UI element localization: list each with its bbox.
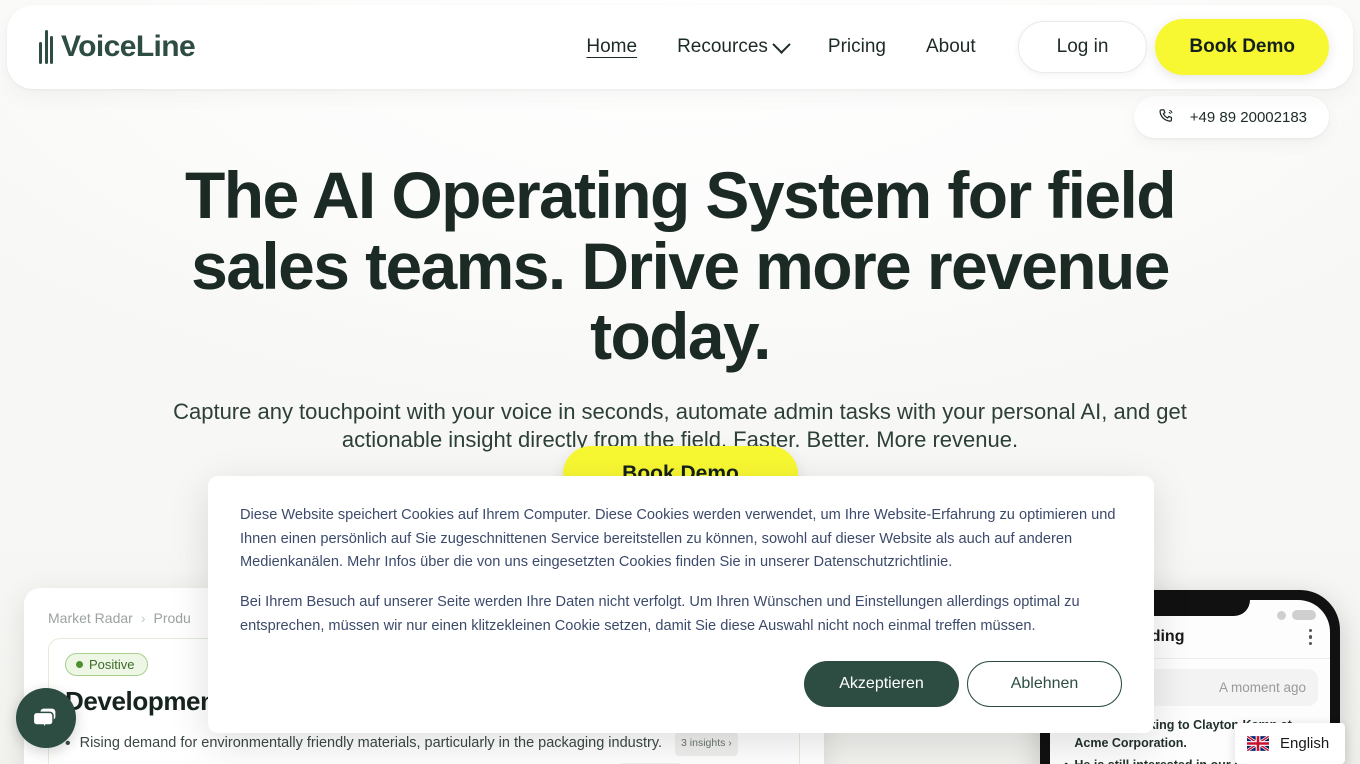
hero-headline: The AI Operating System for field sales … (185, 158, 1177, 374)
phone-camera-dots (1277, 610, 1316, 620)
list-item: Customers are searching in vain for comp… (65, 759, 783, 764)
insight-count-chip[interactable]: 3 insights › (675, 732, 738, 757)
status-badge: Positive (65, 653, 148, 676)
book-demo-nav-button[interactable]: Book Demo (1155, 19, 1329, 75)
phone-contact-pill[interactable]: +49 89 20002183 (1133, 96, 1329, 138)
insight-bullet-list: Rising demand for environmentally friend… (65, 729, 783, 764)
brand-name: VoiceLine (61, 30, 196, 63)
page-root: VoiceLine Home Recources Pricing About L… (0, 0, 1360, 764)
chat-bubbles-icon (32, 708, 56, 731)
chat-widget-button[interactable] (16, 688, 76, 748)
cookie-paragraph-2: Bei Ihrem Besuch auf unserer Seite werde… (240, 593, 1080, 634)
phone-call-icon (1159, 109, 1173, 122)
breadcrumb-separator: › (140, 610, 146, 626)
nav-item-pricing[interactable]: Pricing (828, 36, 886, 58)
waveform-icon (39, 30, 53, 64)
nav-item-recources-label: Recources (677, 36, 768, 57)
chevron-down-icon (772, 34, 791, 54)
breadcrumb-current: Produ (153, 610, 191, 626)
camera-dot-icon (1277, 610, 1286, 620)
cookie-actions: Akzeptieren Ablehnen (804, 661, 1122, 707)
nav-item-home-label: Home (586, 36, 638, 57)
top-navigation-bar: VoiceLine Home Recources Pricing About L… (7, 5, 1353, 89)
nav-item-pricing-label: Pricing (827, 36, 886, 57)
nav-item-recources[interactable]: Recources (677, 34, 791, 58)
brand-logo[interactable]: VoiceLine (39, 30, 196, 64)
accept-cookies-button[interactable]: Akzeptieren (804, 661, 959, 707)
nav-links: Home Recources Pricing About (586, 34, 976, 58)
language-selector[interactable]: English (1235, 723, 1345, 764)
nav-item-home[interactable]: Home (586, 36, 637, 58)
language-label: English (1280, 735, 1330, 752)
recording-timestamp: A moment ago (1218, 680, 1306, 695)
kebab-menu-icon[interactable] (1308, 628, 1312, 646)
camera-pill-icon (1292, 610, 1316, 620)
login-button[interactable]: Log in (1017, 21, 1148, 73)
breadcrumb-root[interactable]: Market Radar (48, 610, 133, 626)
status-badge-label: Positive (89, 657, 135, 672)
decline-cookies-button[interactable]: Ablehnen (967, 661, 1122, 707)
status-dot-icon (76, 661, 83, 668)
cookie-paragraph-1: Diese Website speichert Cookies auf Ihre… (240, 507, 1116, 571)
nav-item-about-label: About (925, 36, 976, 57)
uk-flag-icon (1247, 736, 1269, 751)
nav-item-about[interactable]: About (926, 36, 976, 58)
nav-actions: Log in Book Demo (1017, 19, 1329, 75)
hero-section: The AI Operating System for field sales … (0, 160, 1360, 455)
cookie-consent-banner: Diese Website speichert Cookies auf Ihre… (208, 476, 1154, 733)
phone-number: +49 89 20002183 (1189, 108, 1307, 126)
insight-bullet-text: Rising demand for environmentally friend… (79, 735, 663, 752)
list-item: Rising demand for environmentally friend… (65, 729, 783, 759)
